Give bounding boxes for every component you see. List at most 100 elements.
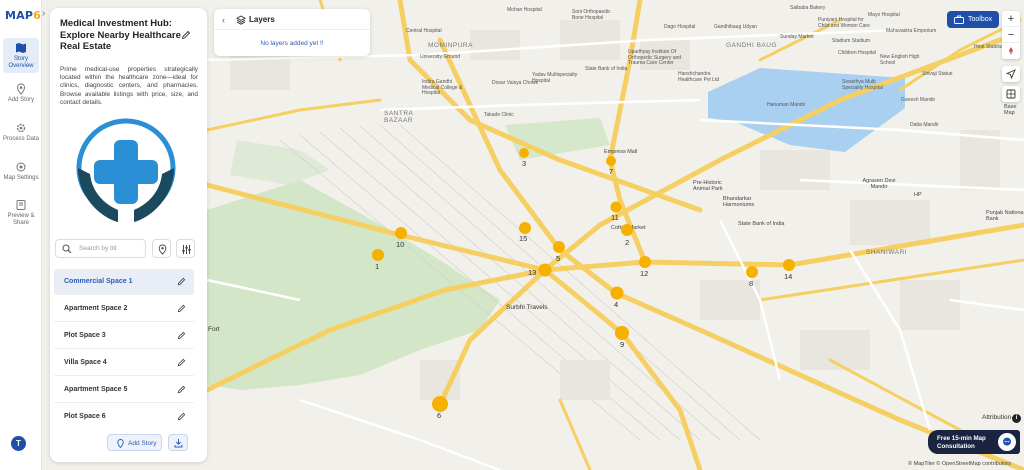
preview-icon bbox=[16, 200, 26, 210]
filter-settings-button[interactable] bbox=[176, 239, 195, 258]
toolbox-label: Toolbox bbox=[968, 16, 993, 23]
story-list-item[interactable]: Plot Space 6 bbox=[54, 404, 194, 430]
marker-6[interactable] bbox=[432, 396, 448, 412]
marker-label: 1 bbox=[375, 262, 380, 271]
layers-icon bbox=[236, 15, 246, 25]
edit-icon[interactable] bbox=[177, 412, 186, 421]
story-item-label: Commercial Space 1 bbox=[64, 278, 133, 285]
marker-label: 7 bbox=[609, 167, 614, 176]
rail-item-preview-share[interactable]: Preview & Share bbox=[3, 199, 39, 227]
zoom-controls: + − bbox=[1002, 11, 1020, 59]
map-credits[interactable]: © MapTiler © OpenStreetMap contributors bbox=[908, 461, 1011, 467]
rail-item-label: Process Data bbox=[3, 136, 40, 142]
divider bbox=[214, 29, 370, 30]
story-item-label: Plot Space 6 bbox=[64, 413, 106, 420]
story-title: Medical Investment Hub: Explore Nearby H… bbox=[60, 18, 181, 52]
marker-label: 2 bbox=[625, 238, 630, 247]
search-icon bbox=[62, 244, 72, 254]
toolbox-icon bbox=[954, 15, 964, 24]
marker-label: 11 bbox=[611, 213, 619, 222]
edit-icon[interactable] bbox=[177, 358, 186, 367]
marker-15[interactable] bbox=[519, 222, 531, 234]
marker-1[interactable] bbox=[372, 249, 384, 261]
locate-button[interactable] bbox=[1002, 66, 1020, 82]
search-placeholder: Search by titl bbox=[79, 245, 117, 252]
marker-label: 8 bbox=[749, 279, 754, 288]
zoom-out-button[interactable]: − bbox=[1002, 27, 1020, 43]
info-icon[interactable]: i bbox=[1012, 414, 1021, 423]
rail-item-label: Preview & Share bbox=[7, 213, 35, 226]
story-item-label: Plot Space 3 bbox=[64, 332, 106, 339]
marker-label: 5 bbox=[556, 254, 561, 263]
add-story-button[interactable]: Add Story bbox=[107, 434, 162, 451]
marker-12[interactable] bbox=[639, 256, 651, 268]
rail-item-map-settings[interactable]: Map Settings bbox=[3, 161, 39, 182]
marker-label: 9 bbox=[620, 340, 625, 349]
rail-item-story-overview[interactable]: Story Overview bbox=[3, 38, 39, 73]
story-search-input[interactable]: Search by titl bbox=[55, 239, 146, 258]
location-filter-button[interactable] bbox=[152, 239, 171, 258]
download-button[interactable] bbox=[168, 434, 188, 451]
story-list-item[interactable]: Commercial Space 1 bbox=[54, 269, 194, 295]
basemap-button[interactable] bbox=[1002, 86, 1020, 102]
rail-item-process-data[interactable]: Process Data bbox=[3, 122, 39, 143]
marker-label: 6 bbox=[437, 411, 442, 420]
toolbox-button[interactable]: Toolbox bbox=[947, 11, 999, 28]
pin-icon bbox=[16, 83, 26, 95]
marker-label: 14 bbox=[784, 272, 793, 281]
map-icon bbox=[16, 43, 26, 53]
rail-item-label: Story Overview bbox=[8, 56, 34, 69]
marker-label: 4 bbox=[614, 300, 619, 309]
chat-button[interactable] bbox=[998, 433, 1016, 451]
edit-icon[interactable] bbox=[177, 304, 186, 313]
location-icon bbox=[158, 244, 167, 255]
story-list-item[interactable]: Villa Space 4 bbox=[54, 350, 194, 376]
locate-control bbox=[1002, 66, 1020, 82]
gear-icon bbox=[16, 123, 26, 133]
marker-2[interactable] bbox=[621, 224, 633, 236]
marker-10[interactable] bbox=[395, 227, 407, 239]
zoom-in-button[interactable]: + bbox=[1002, 11, 1020, 27]
marker-9[interactable] bbox=[615, 326, 629, 340]
story-item-label: Villa Space 4 bbox=[64, 359, 107, 366]
user-avatar[interactable]: T bbox=[11, 436, 26, 451]
app-logo[interactable]: MAP6 bbox=[5, 9, 41, 22]
story-panel: Medical Investment Hub: Explore Nearby H… bbox=[50, 8, 207, 462]
layers-panel: ‹ Layers No layers added yet !! bbox=[214, 9, 370, 56]
pin-icon bbox=[117, 439, 124, 448]
attribution-label[interactable]: Attribution bbox=[982, 414, 1011, 421]
layers-empty-state: No layers added yet !! bbox=[260, 40, 324, 47]
marker-5[interactable] bbox=[553, 241, 565, 253]
edit-icon[interactable] bbox=[177, 277, 186, 286]
story-item-label: Apartment Space 2 bbox=[64, 305, 128, 312]
edit-icon[interactable] bbox=[177, 385, 186, 394]
sliders-icon bbox=[182, 245, 191, 254]
edit-title-icon[interactable] bbox=[181, 30, 191, 40]
compass-button[interactable] bbox=[1002, 43, 1020, 59]
story-list-item[interactable]: Apartment Space 5 bbox=[54, 377, 194, 403]
marker-11[interactable] bbox=[610, 201, 622, 213]
story-list-item[interactable]: Plot Space 3 bbox=[54, 323, 194, 349]
back-chevron-icon[interactable]: ‹ bbox=[222, 15, 225, 25]
edit-icon[interactable] bbox=[177, 331, 186, 340]
marker-7[interactable] bbox=[606, 156, 616, 166]
basemap-control bbox=[1002, 86, 1020, 102]
marker-label: 15 bbox=[519, 234, 528, 243]
marker-3[interactable] bbox=[519, 148, 529, 158]
rail-item-label: Add Story bbox=[7, 97, 35, 103]
marker-14[interactable] bbox=[783, 259, 795, 271]
consultation-label: Free 15-min Map Consultation bbox=[937, 435, 986, 450]
left-nav-rail: MAP6 Story Overview Add Story Process Da… bbox=[0, 0, 42, 470]
marker-label: 12 bbox=[640, 269, 649, 278]
download-icon bbox=[174, 439, 183, 448]
marker-label: 10 bbox=[396, 240, 405, 249]
marker-4[interactable] bbox=[610, 286, 624, 300]
consultation-banner[interactable]: Free 15-min Map Consultation bbox=[928, 430, 1020, 454]
story-list-item[interactable]: Apartment Space 2 bbox=[54, 296, 194, 322]
rail-item-add-story[interactable]: Add Story bbox=[3, 83, 39, 104]
marker-13[interactable] bbox=[538, 263, 552, 277]
marker-8[interactable] bbox=[746, 266, 758, 278]
collapse-panel-icon[interactable]: › bbox=[42, 8, 52, 24]
healthcare-hands-cross-icon bbox=[76, 118, 176, 222]
story-description: Prime medical-use properties strategical… bbox=[60, 66, 198, 106]
